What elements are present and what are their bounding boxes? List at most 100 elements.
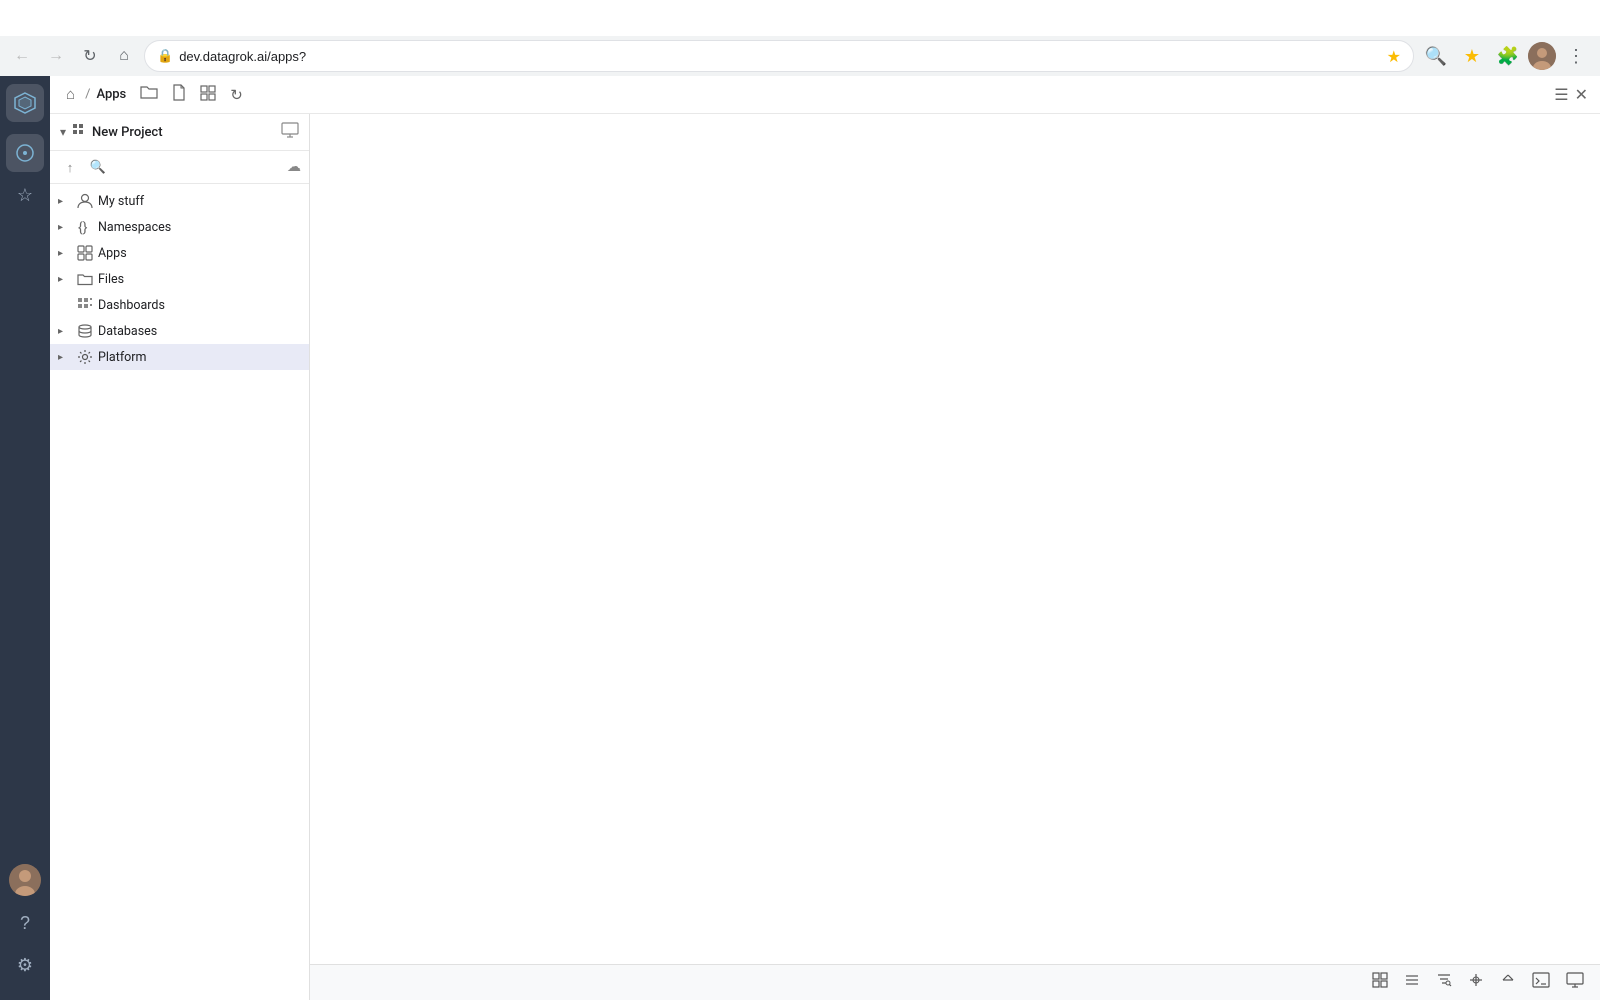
- tree-label-databases: Databases: [98, 324, 157, 339]
- chevron-files: ▸: [58, 274, 72, 285]
- apps-icon: [76, 245, 94, 261]
- list-view-bottom-btn[interactable]: [1400, 968, 1424, 997]
- close-panel-button[interactable]: ✕: [1575, 85, 1588, 105]
- tree-container: ▸ My stuff ▸: [50, 184, 309, 1000]
- breadcrumb-right-actions: ☰ ✕: [1554, 85, 1588, 105]
- tree-label-dashboards: Dashboards: [98, 298, 165, 313]
- sidebar-item-favorites[interactable]: ☆: [6, 176, 44, 214]
- database-icon: [76, 323, 94, 339]
- icon-sidebar: ☆ ? ⚙: [0, 76, 50, 1000]
- up-arrow-icon: ↑: [67, 160, 74, 175]
- search-icon: 🔍: [90, 159, 106, 175]
- browser-chrome: ← → ↻ ⌂ 🔒 ★ 🔍 ★ 🧩 ⋮: [0, 0, 1600, 76]
- app-panel-content: ▾ New Project: [50, 114, 1600, 1000]
- panel-toolbar: ↑ 🔍 ☁: [50, 151, 309, 184]
- tree-item-my-stuff[interactable]: ▸ My stuff: [50, 188, 309, 214]
- tree-label-namespaces: Namespaces: [98, 220, 171, 235]
- help-button[interactable]: ?: [6, 904, 44, 942]
- folder-icon: [140, 87, 158, 104]
- app-layout: ☆ ? ⚙ ⌂: [0, 76, 1600, 1000]
- tree-label-my-stuff: My stuff: [98, 194, 144, 209]
- search-browser-button[interactable]: 🔍: [1420, 40, 1452, 72]
- collapse-bottom-btn[interactable]: [1496, 968, 1520, 997]
- url-input[interactable]: [179, 49, 1380, 64]
- sidebar-item-browse[interactable]: [6, 134, 44, 172]
- refresh-icon: ↻: [230, 87, 243, 104]
- grid-view-bottom-btn[interactable]: [1368, 968, 1392, 997]
- folder-tree-icon: [76, 272, 94, 286]
- tree-label-files: Files: [98, 272, 124, 287]
- tree-item-apps[interactable]: ▸ Apps: [50, 240, 309, 266]
- bottom-toolbar: [310, 964, 1600, 1000]
- main-content: [310, 114, 1600, 1000]
- hamburger-button[interactable]: ☰: [1554, 85, 1568, 105]
- tree-label-platform: Platform: [98, 350, 147, 365]
- monitor-bottom-btn[interactable]: [1562, 968, 1588, 997]
- star-icon: ☆: [17, 185, 33, 206]
- person-icon: [76, 193, 94, 209]
- bookmark-button[interactable]: ★: [1456, 40, 1488, 72]
- sidebar-bottom: ? ⚙: [6, 860, 44, 992]
- panel-chevron[interactable]: ▾: [60, 125, 66, 139]
- open-folder-button[interactable]: [136, 82, 162, 107]
- security-icon: 🔒: [157, 49, 173, 64]
- refresh-button[interactable]: ↻: [76, 42, 104, 70]
- grid-icon: [200, 88, 216, 105]
- home-icon: ⌂: [66, 86, 75, 103]
- extensions-button[interactable]: 🧩: [1492, 40, 1524, 72]
- refresh-breadcrumb-button[interactable]: ↻: [226, 84, 247, 106]
- search-button[interactable]: 🔍: [86, 155, 110, 179]
- cloud-icon: ☁: [287, 159, 301, 175]
- panel-header: ▾ New Project: [50, 114, 309, 151]
- breadcrumb-actions: ↻: [136, 82, 247, 107]
- monitor-icon: [281, 122, 299, 142]
- tree-item-dashboards[interactable]: Dashboards: [50, 292, 309, 318]
- home-breadcrumb-button[interactable]: ⌂: [62, 84, 79, 105]
- user-avatar[interactable]: [9, 864, 41, 896]
- settings-button[interactable]: ⚙: [6, 946, 44, 984]
- terminal-bottom-btn[interactable]: [1528, 968, 1554, 997]
- dashboards-icon: [76, 297, 94, 313]
- up-button[interactable]: ↑: [58, 155, 82, 179]
- search-input[interactable]: [114, 160, 283, 174]
- datagrok-logo-button[interactable]: [6, 84, 44, 122]
- content-area: [310, 114, 1600, 964]
- panel-title: New Project: [92, 125, 275, 140]
- breadcrumb-separator: /: [85, 87, 90, 102]
- chevron-namespaces: ▸: [58, 222, 72, 233]
- platform-gear-icon: [76, 349, 94, 365]
- namespace-icon: {}: [76, 219, 94, 235]
- tree-item-databases[interactable]: ▸ Databases: [50, 318, 309, 344]
- home-button[interactable]: ⌂: [110, 42, 138, 70]
- tree-item-platform[interactable]: ▸ Platform: [50, 344, 309, 370]
- settings-icon: ⚙: [17, 955, 33, 976]
- new-file-button[interactable]: [168, 82, 190, 107]
- tree-item-files[interactable]: ▸ Files: [50, 266, 309, 292]
- forward-button[interactable]: →: [42, 42, 70, 70]
- properties-bottom-btn[interactable]: [1464, 968, 1488, 997]
- help-icon: ?: [20, 913, 30, 934]
- breadcrumb-bar: ⌂ / Apps: [50, 76, 1600, 114]
- menu-button[interactable]: ⋮: [1560, 40, 1592, 72]
- nav-bar: ← → ↻ ⌂ 🔒 ★ 🔍 ★ 🧩 ⋮: [0, 36, 1600, 76]
- sidebar-top: ☆: [6, 84, 44, 856]
- tree-item-namespaces[interactable]: ▸ {} Namespaces: [50, 214, 309, 240]
- address-bar[interactable]: 🔒 ★: [144, 40, 1414, 72]
- browser-actions: 🔍 ★ 🧩 ⋮: [1420, 40, 1592, 72]
- hamburger-icon: ☰: [1554, 87, 1568, 104]
- profile-button[interactable]: [1528, 42, 1556, 70]
- file-icon: [172, 88, 186, 105]
- bookmark-star-icon[interactable]: ★: [1387, 47, 1401, 66]
- close-icon: ✕: [1575, 87, 1588, 104]
- chevron-databases: ▸: [58, 326, 72, 337]
- grid-view-button[interactable]: [196, 83, 220, 107]
- chevron-platform: ▸: [58, 352, 72, 363]
- back-button[interactable]: ←: [8, 42, 36, 70]
- svg-text:{}: {}: [78, 220, 88, 235]
- filter-bottom-btn[interactable]: [1432, 968, 1456, 997]
- tab-bar: [0, 0, 1600, 36]
- breadcrumb-current: Apps: [96, 87, 126, 102]
- tree-label-apps: Apps: [98, 246, 127, 261]
- left-panel: ▾ New Project: [50, 114, 310, 1000]
- chevron-my-stuff: ▸: [58, 196, 72, 207]
